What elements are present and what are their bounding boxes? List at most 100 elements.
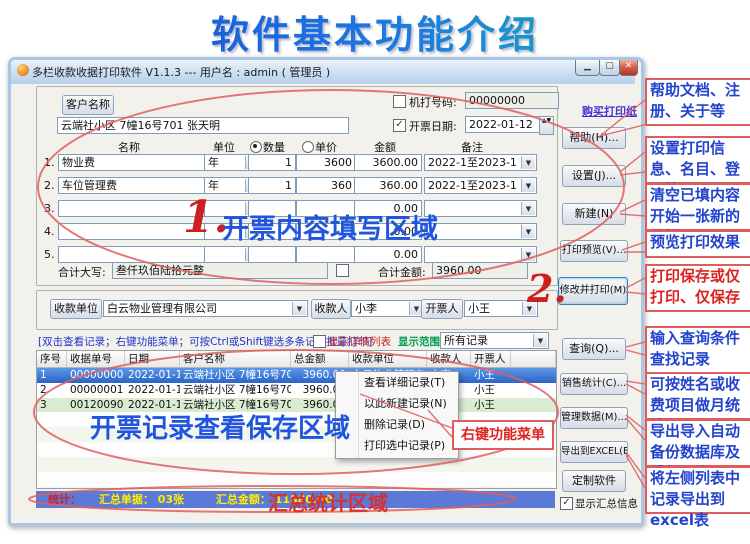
fee-amount-input[interactable]: 0.00 xyxy=(354,246,422,263)
col-header[interactable]: 开票人 xyxy=(471,351,511,367)
fee-price-input[interactable]: 3600 xyxy=(296,154,356,171)
fee-price-input[interactable]: 360 xyxy=(296,177,356,194)
screenshot-stage: 软件基本功能介绍 多栏收款收据打印软件 V1.1.3 --- 用户名 : adm… xyxy=(0,0,750,544)
detail-list-label: 显示详情列表 xyxy=(328,336,391,348)
total-amount-field: 3960.00 xyxy=(432,262,528,279)
col-header[interactable]: 收据单号 xyxy=(67,351,125,367)
col-remark-label: 备注 xyxy=(461,141,483,154)
minimize-button[interactable]: ▁ xyxy=(575,60,600,76)
invoice-date-label: 开票日期: xyxy=(409,120,457,133)
row-no: 5. xyxy=(44,248,55,261)
machine-no-checkbox[interactable] xyxy=(393,95,406,108)
total-caps-field: 叁仟玖佰陆拾元整 xyxy=(112,262,328,279)
table-row[interactable]: 200000001 2022-01-12...云端社小区 7幢16号702 ..… xyxy=(37,383,556,398)
summary-amount-label: 汇总金额： xyxy=(215,493,271,506)
summary-stat-label: 统计： xyxy=(48,493,81,506)
col-unit-label: 单位 xyxy=(213,141,235,154)
note-query: 输入查询条件查找记录 xyxy=(645,326,750,374)
page-title: 软件基本功能介绍 xyxy=(0,4,750,59)
query-button[interactable]: 查询(Q)... xyxy=(562,338,626,360)
invoice-date-checkbox[interactable]: ✓ xyxy=(393,119,406,132)
col-name-label: 名称 xyxy=(118,141,140,154)
close-button[interactable]: ✕ xyxy=(619,60,638,76)
row-no: 2. xyxy=(44,179,55,192)
scope-label: 显示范围: xyxy=(398,336,445,348)
menu-item-delete[interactable]: 删除记录(D) xyxy=(336,414,458,435)
show-summary-label: 显示汇总信息 xyxy=(575,498,638,510)
fee-remark-select[interactable]: 2022-1至2023-1 ▼ xyxy=(424,154,537,171)
dropdown-arrow-icon: ▼ xyxy=(521,156,535,169)
fee-qty-input[interactable] xyxy=(248,246,296,263)
sales-stats-button[interactable]: 销售统计(C)... xyxy=(560,373,628,395)
fee-amount-input[interactable]: 360.00 xyxy=(354,177,422,194)
records-area-note: 开票记录查看保存区域 xyxy=(90,414,351,444)
col-header[interactable]: 总金额 xyxy=(291,351,349,367)
note-new: 清空已填内容开始一张新的收据 xyxy=(645,183,750,246)
detail-list-checkbox[interactable] xyxy=(313,335,326,348)
fee-qty-input[interactable]: 1 xyxy=(248,177,296,194)
col-header[interactable]: 日期 xyxy=(125,351,180,367)
note-print: 打印保存或仅打印、仅保存 xyxy=(645,264,750,312)
payee-person-select[interactable]: 小李 ▼ xyxy=(351,300,425,317)
customer-name-button[interactable]: 客户名称 xyxy=(62,95,114,115)
dropdown-arrow-icon: ▼ xyxy=(521,225,535,238)
records-header-row[interactable]: 序号 收据单号 日期 客户名称 总金额 收款单位 收款人 开票人 xyxy=(37,351,556,368)
note-backup: 导出导入自动备份数据库及重新记账 xyxy=(645,419,750,482)
menu-item-new-from[interactable]: 以此新建记录(N) xyxy=(336,393,458,414)
fee-qty-input[interactable]: 1 xyxy=(248,154,296,171)
custom-software-button[interactable]: 定制软件 xyxy=(562,470,626,492)
menu-item-view-detail[interactable]: 查看详细记录(T) xyxy=(336,372,458,393)
total-amount-label: 合计金额: xyxy=(378,266,426,279)
fee-price-input[interactable] xyxy=(296,246,356,263)
payee-unit-button[interactable]: 收款单位 xyxy=(50,299,102,319)
scope-select[interactable]: 所有记录 ▼ xyxy=(440,332,549,349)
fee-remark-select[interactable]: ▼ xyxy=(424,246,537,263)
col-header[interactable]: 客户名称 xyxy=(180,351,291,367)
payee-person-button[interactable]: 收款人 xyxy=(311,299,351,319)
modify-print-button[interactable]: 修改并打印(M) xyxy=(558,277,628,305)
summary-count-value: 03张 xyxy=(157,493,184,506)
note-help: 帮助文档、注册、关于等 xyxy=(645,78,750,126)
machine-no-input[interactable]: 00000000 xyxy=(465,92,559,109)
note-export: 将左侧列表中记录导出到excel表 xyxy=(645,466,750,529)
close-icon: ✕ xyxy=(624,61,633,71)
maximize-button[interactable]: ▢ xyxy=(599,60,620,76)
fee-remark-select[interactable]: 2022-1至2023-1 ▼ xyxy=(424,177,537,194)
show-summary-checkbox[interactable]: ✓ xyxy=(560,497,573,510)
total-checkbox[interactable] xyxy=(336,264,349,277)
maximize-icon: ▢ xyxy=(605,61,614,71)
col-header[interactable]: 序号 xyxy=(37,351,67,367)
fee-name-input[interactable]: 物业费 xyxy=(58,154,208,171)
fee-remark-select[interactable]: ▼ xyxy=(424,223,537,240)
print-preview-button[interactable]: 打印预览(V)... xyxy=(560,240,628,262)
col-header[interactable]: 收款单位 xyxy=(349,351,427,367)
issuer-button[interactable]: 开票人 xyxy=(421,299,463,319)
col-header[interactable]: 收款人 xyxy=(427,351,471,367)
date-spinner[interactable]: ▲▼ xyxy=(539,116,554,135)
step1-note: 开票内容填写区域 xyxy=(222,214,438,245)
note-preview: 预览打印效果 xyxy=(645,230,750,258)
manage-data-button[interactable]: 管理数据(M)... xyxy=(560,407,628,429)
settings-button[interactable]: 设置(J)... xyxy=(562,165,626,187)
customer-name-input[interactable]: 云端社小区 7幢16号701 张天明 xyxy=(57,117,349,134)
summary-area-note: 汇总统计区域 xyxy=(268,491,388,515)
row-no: 1. xyxy=(44,156,55,169)
price-radio[interactable] xyxy=(302,141,314,153)
payee-unit-select[interactable]: 白云物业管理有限公司 ▼ xyxy=(103,300,308,317)
fee-name-input[interactable] xyxy=(58,246,208,263)
minimize-icon: ▁ xyxy=(584,61,591,71)
step2-number: 2. xyxy=(527,266,567,311)
table-row[interactable]: 100000000 2022-01-12...云端社小区 7幢16号701 ..… xyxy=(37,368,556,383)
fee-amount-input[interactable]: 3600.00 xyxy=(354,154,422,171)
dropdown-arrow-icon: ▼ xyxy=(521,202,535,215)
qty-radio[interactable] xyxy=(250,141,262,153)
new-button[interactable]: 新建(N) xyxy=(562,203,626,225)
help-button[interactable]: 帮助(H)... xyxy=(562,127,626,149)
col-qty-label: 数量 xyxy=(263,141,285,154)
export-excel-button[interactable]: 导出到EXCEL(E) xyxy=(560,441,628,463)
fee-remark-select[interactable]: ▼ xyxy=(424,200,537,217)
invoice-date-input[interactable]: 2022-01-12 xyxy=(465,116,545,133)
menu-item-print-selected[interactable]: 打印选中记录(P) xyxy=(336,435,458,456)
col-price-label: 单价 xyxy=(315,141,337,154)
buy-paper-link[interactable]: 购买打印纸 xyxy=(582,103,637,119)
